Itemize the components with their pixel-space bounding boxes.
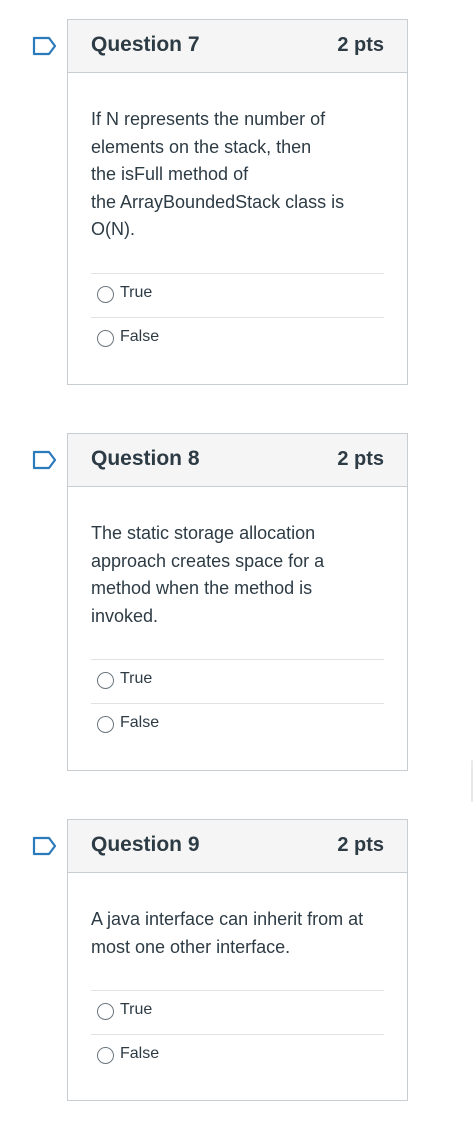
question-points: 2 pts [337,834,384,856]
flag-question-7-icon[interactable] [32,36,58,56]
answer-label: False [120,1045,160,1062]
question-text-line: the ArrayBoundedStack class is [91,191,345,212]
answer-list: True False [91,273,384,361]
answer-option-false[interactable]: False [91,703,384,747]
answer-label: False [120,328,160,345]
question-text: The static storage allocation approach c… [91,520,371,630]
question-card: Question 8 2 pts The static storage allo… [67,433,408,771]
radio-button-icon[interactable] [97,1047,114,1064]
question-card: Question 7 2 pts If N represents the num… [67,19,408,385]
question-text-line: approach creates space for a [91,550,325,571]
question-text-line: invoked. [91,605,159,626]
question-header: Question 9 2 pts [68,820,407,873]
question-text-line: elements on the stack, then [91,136,312,157]
answer-list: True False [91,990,384,1078]
answer-option-true[interactable]: True [91,659,384,703]
answer-list: True False [91,659,384,747]
question-header: Question 7 2 pts [68,20,407,73]
radio-button-icon[interactable] [97,1003,114,1020]
question-text-line: most one other interface. [91,936,291,957]
question-text-line: The static storage allocation [91,523,316,543]
radio-button-icon[interactable] [97,286,114,303]
answer-option-true[interactable]: True [91,273,384,317]
question-card: Question 9 2 pts A java interface can in… [67,819,408,1101]
question-text-line: O(N). [91,219,135,239]
scrollbar[interactable] [471,760,473,802]
question-text: A java interface can inherit from at mos… [91,906,391,961]
question-text: If N represents the number of elements o… [91,106,371,244]
question-header: Question 8 2 pts [68,434,407,487]
question-title: Question 7 [91,33,200,56]
question-title: Question 9 [91,833,200,856]
radio-button-icon[interactable] [97,330,114,347]
answer-label: False [120,714,160,731]
question-text-line: A java interface can inherit from at [91,909,364,929]
answer-option-false[interactable]: False [91,1034,384,1078]
radio-button-icon[interactable] [97,716,114,733]
radio-button-icon[interactable] [97,672,114,689]
question-points: 2 pts [337,34,384,56]
question-points: 2 pts [337,448,384,470]
answer-option-false[interactable]: False [91,317,384,361]
question-text-line: method when the method is [91,578,313,598]
answer-option-true[interactable]: True [91,990,384,1034]
question-title: Question 8 [91,447,200,470]
answer-label: True [120,670,153,687]
answer-label: True [120,284,153,301]
question-text-line: the isFull method of [91,164,249,184]
flag-question-8-icon[interactable] [32,450,58,470]
question-text-line: If N represents the number of [91,109,326,129]
flag-question-9-icon[interactable] [32,836,58,856]
answer-label: True [120,1001,153,1018]
